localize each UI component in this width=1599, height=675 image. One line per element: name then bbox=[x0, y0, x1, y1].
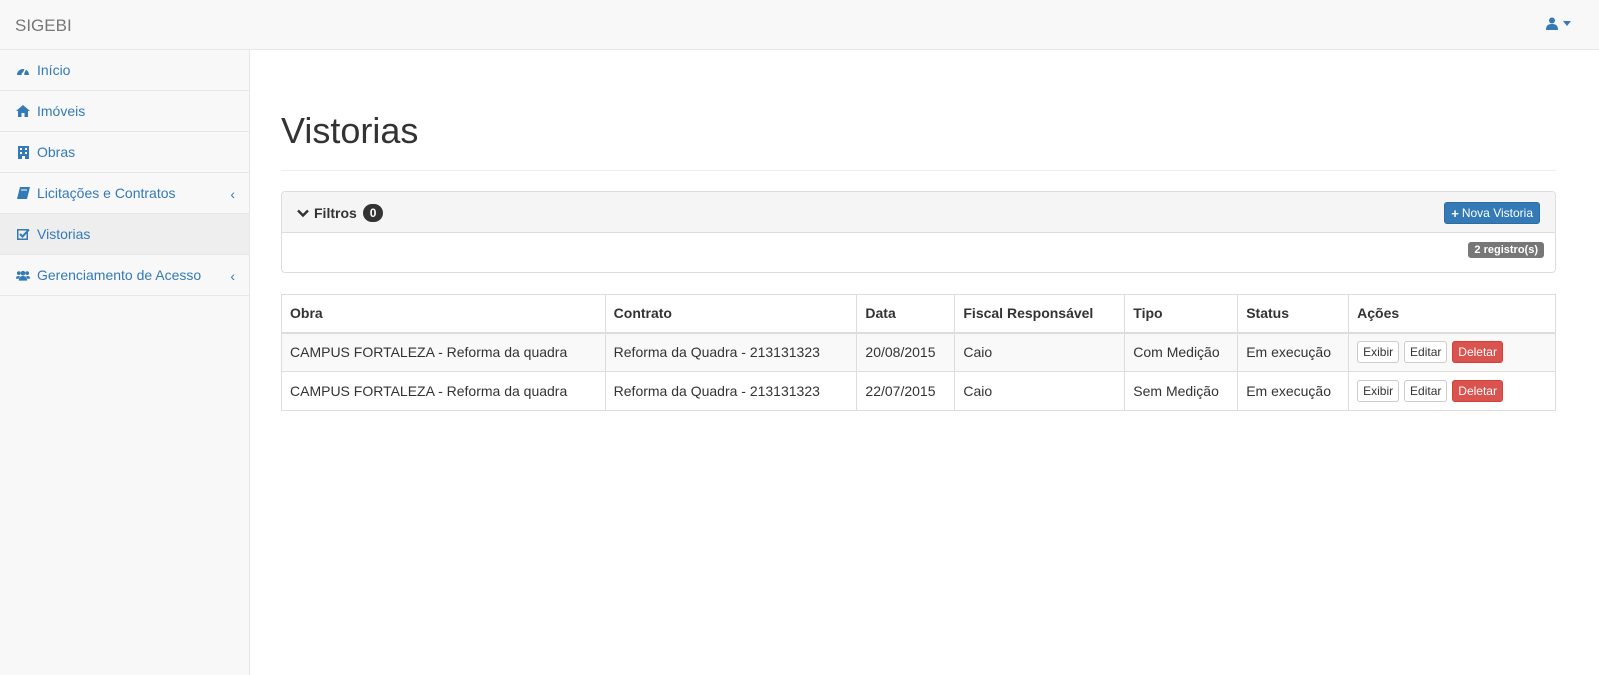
table-row: CAMPUS FORTALEZA - Reforma da quadra Ref… bbox=[281, 332, 1556, 372]
page-title: Vistorias bbox=[281, 110, 419, 151]
cell-data: 22/07/2015 bbox=[856, 371, 956, 411]
delete-button[interactable]: Deletar bbox=[1452, 379, 1503, 403]
cell-status: Em execução bbox=[1237, 371, 1350, 411]
cell-status: Em execução bbox=[1237, 332, 1350, 372]
vistorias-table: Obra Contrato Data Fiscal Responsável Ti… bbox=[281, 294, 1556, 411]
view-button[interactable]: Exibir bbox=[1357, 341, 1400, 364]
chevron-left-icon: ‹ bbox=[230, 186, 235, 202]
sidebar-item-gerenciamento-acesso[interactable]: Gerenciamento de Acesso ‹ bbox=[0, 255, 249, 296]
sidebar-item-inicio[interactable]: Início bbox=[0, 50, 249, 91]
filters-count-badge: 0 bbox=[362, 204, 384, 222]
chevron-down-icon bbox=[297, 209, 309, 217]
cell-obra: CAMPUS FORTALEZA - Reforma da quadra bbox=[281, 371, 606, 411]
sidebar-item-label: Início bbox=[37, 62, 71, 78]
sidebar-item-licitacoes-contratos[interactable]: Licitações e Contratos ‹ bbox=[0, 173, 249, 214]
column-header[interactable]: Tipo bbox=[1124, 294, 1239, 334]
sidebar-item-label: Gerenciamento de Acesso bbox=[37, 267, 202, 283]
table-row: CAMPUS FORTALEZA - Reforma da quadra Ref… bbox=[281, 371, 1556, 411]
filters-toggle[interactable]: Filtros 0 bbox=[297, 204, 384, 222]
cell-fiscal: Caio bbox=[954, 371, 1126, 411]
sidebar-item-label: Obras bbox=[37, 144, 76, 160]
edit-button[interactable]: Editar bbox=[1404, 379, 1448, 403]
users-icon bbox=[16, 268, 30, 282]
chevron-left-icon: ‹ bbox=[230, 268, 235, 284]
check-square-icon bbox=[16, 227, 30, 241]
sidebar-item-obras[interactable]: Obras bbox=[0, 132, 249, 173]
new-vistoria-button[interactable]: + Nova Vistoria bbox=[1444, 202, 1540, 224]
cell-actions: Exibir Editar Deletar bbox=[1348, 332, 1556, 372]
plus-icon: + bbox=[1451, 205, 1459, 221]
column-header[interactable]: Data bbox=[856, 294, 956, 334]
sidebar-item-label: Imóveis bbox=[37, 103, 86, 119]
edit-button[interactable]: Editar bbox=[1404, 341, 1448, 364]
building-icon bbox=[16, 145, 30, 159]
dashboard-icon bbox=[16, 63, 30, 77]
cell-fiscal: Caio bbox=[954, 332, 1126, 372]
column-header[interactable]: Obra bbox=[281, 294, 606, 334]
table-header-row: Obra Contrato Data Fiscal Responsável Ti… bbox=[281, 294, 1556, 334]
brand-logo[interactable]: SIGEBI bbox=[15, 16, 72, 36]
column-header[interactable]: Status bbox=[1237, 294, 1350, 334]
book-icon bbox=[16, 186, 30, 200]
cell-obra: CAMPUS FORTALEZA - Reforma da quadra bbox=[281, 332, 606, 372]
top-navbar: SIGEBI bbox=[0, 0, 1599, 50]
chevron-down-icon bbox=[1563, 21, 1571, 26]
column-header: Ações bbox=[1348, 294, 1556, 334]
column-header[interactable]: Contrato bbox=[604, 294, 858, 334]
new-vistoria-label: Nova Vistoria bbox=[1461, 206, 1533, 220]
sidebar-item-label: Licitações e Contratos bbox=[37, 185, 176, 201]
sidebar-item-imoveis[interactable]: Imóveis bbox=[0, 91, 249, 132]
cell-data: 20/08/2015 bbox=[856, 332, 956, 372]
records-count-badge: 2 registro(s) bbox=[1468, 242, 1544, 258]
cell-actions: Exibir Editar Deletar bbox=[1348, 371, 1556, 411]
view-button[interactable]: Exibir bbox=[1357, 379, 1400, 403]
sidebar: Início Imóveis Obras Licitações e Contra… bbox=[0, 50, 250, 675]
filters-label: Filtros bbox=[314, 205, 357, 221]
cell-tipo: Com Medição bbox=[1124, 332, 1239, 372]
user-menu[interactable] bbox=[1546, 17, 1571, 30]
user-icon bbox=[1546, 17, 1558, 30]
home-icon bbox=[16, 104, 30, 118]
divider bbox=[281, 170, 1556, 171]
sidebar-item-label: Vistorias bbox=[37, 226, 91, 242]
filters-panel: Filtros 0 + Nova Vistoria 2 registro(s) bbox=[281, 191, 1556, 273]
cell-contrato: Reforma da Quadra - 213131323 bbox=[604, 332, 858, 372]
delete-button[interactable]: Deletar bbox=[1452, 341, 1503, 364]
sidebar-item-vistorias[interactable]: Vistorias bbox=[0, 214, 249, 255]
filters-panel-heading: Filtros 0 + Nova Vistoria bbox=[282, 192, 1555, 233]
cell-tipo: Sem Medição bbox=[1124, 371, 1239, 411]
column-header[interactable]: Fiscal Responsável bbox=[954, 294, 1126, 334]
cell-contrato: Reforma da Quadra - 213131323 bbox=[604, 371, 858, 411]
